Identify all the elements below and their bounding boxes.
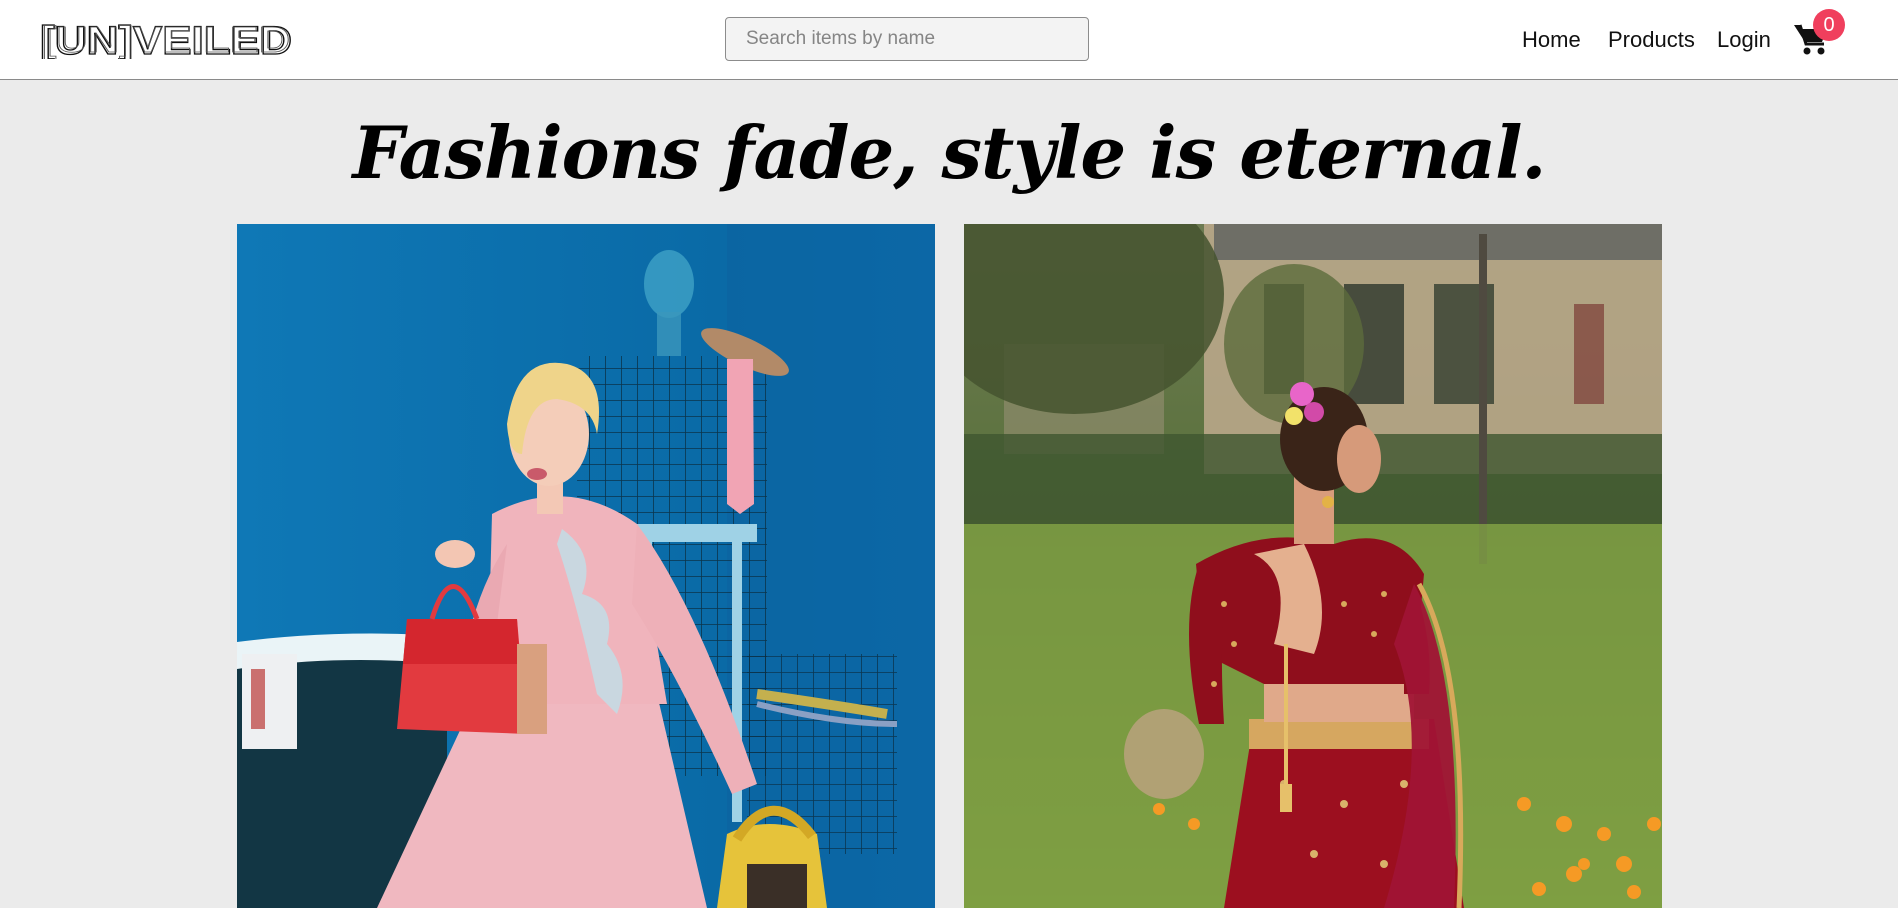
nav-login-link[interactable]: Login	[1717, 26, 1771, 54]
nav-home-link[interactable]: Home	[1522, 26, 1581, 54]
hero-tagline: Fashions fade, style is eternal.	[352, 110, 1547, 195]
navbar: [UN]VEILED [UN]VEILED Home Products Logi…	[0, 0, 1898, 80]
cart-button[interactable]: 0	[1793, 9, 1845, 62]
unveiled-logo[interactable]: [UN]VEILED [UN]VEILED	[40, 19, 292, 59]
hero-image-pink-outfit	[237, 224, 935, 908]
nav-products-link[interactable]: Products	[1608, 26, 1695, 54]
search-input[interactable]	[725, 17, 1089, 61]
cart-count-badge: 0	[1813, 9, 1845, 41]
svg-text:[UN]VEILED: [UN]VEILED	[42, 19, 290, 59]
hero-image-red-lehenga	[964, 224, 1662, 908]
